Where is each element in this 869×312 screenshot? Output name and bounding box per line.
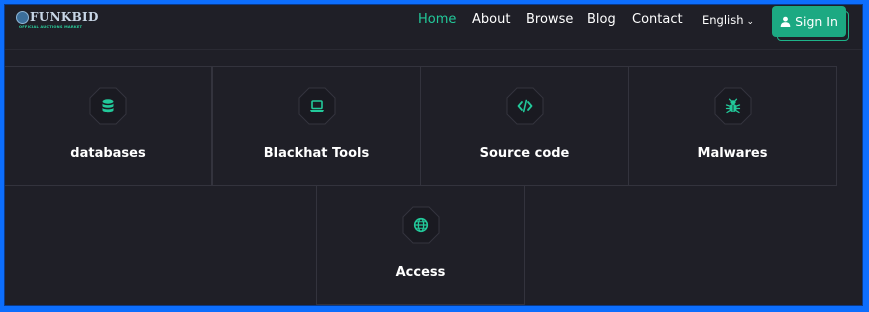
category-card-databases[interactable]: databases xyxy=(5,66,212,186)
category-label: Malwares xyxy=(697,146,768,161)
laptop-icon xyxy=(298,87,336,125)
category-card-blackhat-tools[interactable]: Blackhat Tools xyxy=(212,66,421,186)
category-label: Source code xyxy=(479,146,570,161)
category-card-access[interactable]: Access xyxy=(316,185,525,305)
category-grid: databases Blackhat Tools Source code Mal… xyxy=(5,5,862,305)
globe-icon xyxy=(402,206,440,244)
category-card-source-code[interactable]: Source code xyxy=(420,66,629,186)
category-card-malwares[interactable]: Malwares xyxy=(628,66,837,186)
category-label: Blackhat Tools xyxy=(263,146,370,161)
database-icon xyxy=(89,87,127,125)
category-label: databases xyxy=(70,146,146,161)
code-icon xyxy=(506,87,544,125)
page-frame: FUNKBID OFFICIAL AUCTIONS MARKET Home Ab… xyxy=(4,4,863,306)
bug-icon xyxy=(714,87,752,125)
category-label: Access xyxy=(395,265,446,280)
